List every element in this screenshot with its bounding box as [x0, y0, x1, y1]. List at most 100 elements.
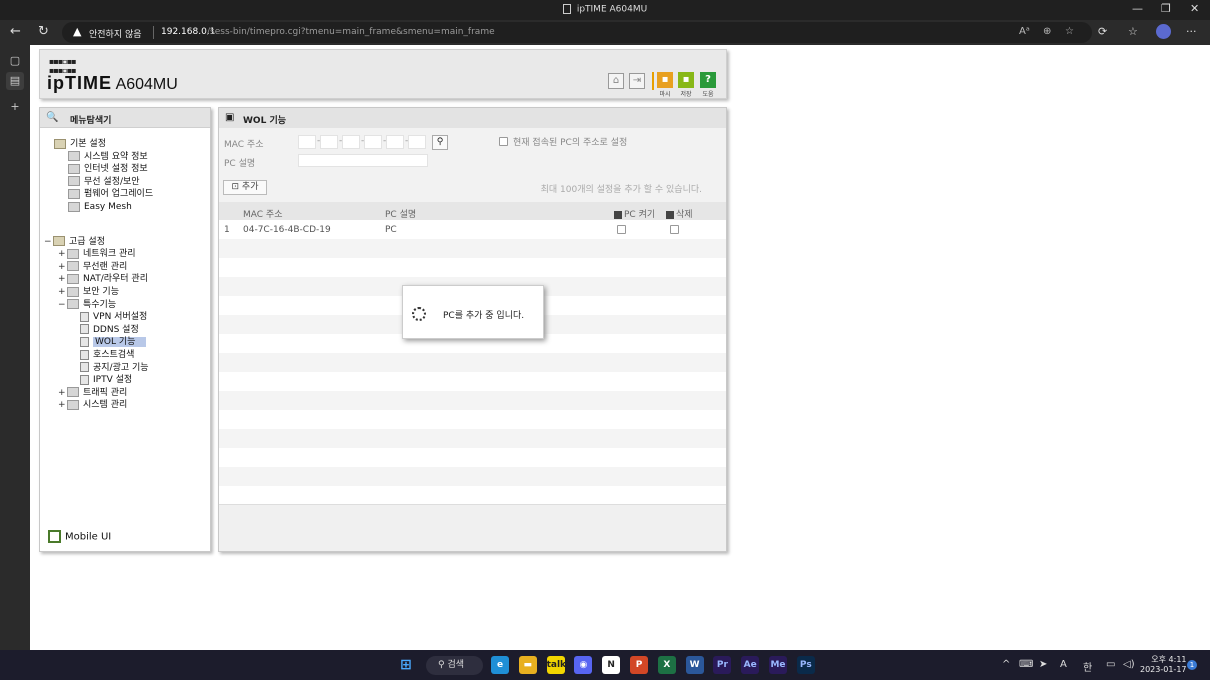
more-menu-button[interactable]: ···	[1186, 25, 1197, 38]
notification-badge[interactable]: 1	[1187, 660, 1197, 670]
menu-item[interactable]: + NAT/라우터 관리	[58, 273, 148, 285]
expand-icon[interactable]: +	[58, 273, 67, 285]
current-pc-checkbox[interactable]	[499, 137, 508, 146]
menu-item[interactable]: + 시스템 관리	[58, 399, 127, 411]
extensions-icon[interactable]: ⟳	[1098, 25, 1107, 38]
menu-item-label[interactable]: 기본 설정	[70, 139, 106, 149]
mac-octet-4[interactable]	[364, 135, 382, 149]
ime-language[interactable]: 한	[1083, 659, 1092, 674]
menu-item-label[interactable]: 고급 설정	[69, 237, 105, 247]
collapse-icon[interactable]: −	[44, 236, 53, 248]
menu-item-label[interactable]: 네트워크 관리	[83, 249, 136, 259]
menu-item[interactable]: 펌웨어 업그레이드	[68, 188, 153, 200]
menu-item-label[interactable]: 보안 기능	[83, 287, 119, 297]
volume-icon[interactable]: ◁)	[1123, 659, 1135, 670]
favorites-icon[interactable]: ☆	[1128, 25, 1138, 38]
expand-icon[interactable]: +	[58, 286, 67, 298]
mac-octet-6[interactable]	[408, 135, 426, 149]
taskbar-app-notion[interactable]: N	[602, 656, 621, 674]
taskbar-app-word[interactable]: W	[685, 656, 704, 674]
menu-item-label[interactable]: 무선 설정/보안	[84, 177, 140, 187]
restore-button[interactable]: ❐	[1161, 2, 1171, 15]
url-path[interactable]: /sess-bin/timepro.cgi?tmenu=main_frame&s…	[207, 27, 495, 37]
taskbar-app-excel[interactable]: X	[657, 656, 676, 674]
ime-mode[interactable]: A	[1060, 659, 1067, 670]
pc-description-input[interactable]	[298, 154, 428, 167]
menu-item-label[interactable]: 트래픽 관리	[83, 388, 127, 398]
taskbar-app-premiere[interactable]: Pr	[713, 656, 732, 674]
menu-item-label[interactable]: 시스템 요약 정보	[84, 152, 148, 162]
clock[interactable]: 오후 4:11 2023-01-17	[1140, 655, 1187, 675]
zoom-icon[interactable]: ⊕	[1043, 26, 1051, 37]
collapse-icon[interactable]: −	[58, 299, 67, 311]
menu-item[interactable]: − 특수기능	[58, 299, 116, 311]
col-wake[interactable]: PC 켜기	[614, 207, 655, 220]
search-pc-button[interactable]: ⚲	[432, 135, 448, 150]
taskbar-search[interactable]: ⚲ 검색	[426, 656, 483, 675]
expand-icon[interactable]: +	[58, 261, 67, 273]
taskbar-app-discord[interactable]: ◉	[574, 656, 593, 674]
taskbar-app-files[interactable]: ▬	[518, 656, 537, 674]
menu-item[interactable]: Easy Mesh	[68, 201, 132, 213]
location-icon[interactable]: ➤	[1039, 659, 1047, 670]
menu-item-label[interactable]: Easy Mesh	[84, 202, 132, 212]
menu-item[interactable]: VPN 서버설정	[80, 311, 147, 323]
menu-item-label[interactable]: 시스템 관리	[83, 400, 127, 410]
delete-checkbox[interactable]	[670, 225, 679, 234]
logout-icon[interactable]: ⇥	[629, 73, 645, 89]
tab-document-icon[interactable]: ▤	[6, 72, 24, 90]
menu-item-label[interactable]: IPTV 설정	[93, 375, 132, 385]
menu-item-label[interactable]: VPN 서버설정	[93, 312, 147, 322]
profile-avatar[interactable]	[1156, 24, 1171, 39]
close-button[interactable]: ✕	[1190, 2, 1199, 15]
help-button[interactable]: ? 도움	[699, 72, 717, 98]
menu-item[interactable]: 무선 설정/보안	[68, 176, 140, 188]
network-icon[interactable]: ▭	[1106, 659, 1115, 670]
menu-item[interactable]: + 보안 기능	[58, 286, 119, 298]
start-icon[interactable]: ⊞	[397, 656, 415, 674]
tab-actions-icon[interactable]: ▢	[6, 52, 24, 70]
home-icon[interactable]: ⌂	[608, 73, 624, 89]
new-tab-icon[interactable]: +	[6, 98, 24, 116]
menu-item[interactable]: DDNS 설정	[80, 324, 139, 336]
minimize-button[interactable]: —	[1132, 2, 1143, 15]
security-warning[interactable]: 안전하지 않음	[89, 27, 142, 40]
warning-icon[interactable]: ▲	[73, 25, 81, 38]
wake-checkbox[interactable]	[617, 225, 626, 234]
mac-octet-2[interactable]	[320, 135, 338, 149]
tray-overflow-icon[interactable]: ^	[1002, 659, 1010, 670]
expand-icon[interactable]: +	[58, 248, 67, 260]
menu-item[interactable]: 호스트검색	[80, 349, 134, 361]
back-button[interactable]: ←	[10, 24, 21, 39]
taskbar-app-photoshop[interactable]: Ps	[796, 656, 815, 674]
menu-item-label[interactable]: 공지/광고 기능	[93, 363, 149, 373]
menu-item[interactable]: WOL 기능	[80, 336, 147, 348]
menu-item-label[interactable]: 무선랜 관리	[83, 262, 127, 272]
address-bar[interactable]: ▲ 안전하지 않음 192.168.0.1 /sess-bin/timepro.…	[62, 22, 1092, 43]
mac-octet-1[interactable]	[298, 135, 316, 149]
taskbar-app-powerpoint[interactable]: P	[630, 656, 648, 674]
taskbar-app-after-effects[interactable]: Ae	[741, 656, 760, 674]
read-aloud-icon[interactable]: Aᵃ	[1019, 26, 1030, 37]
menu-item[interactable]: 인터넷 설정 정보	[68, 163, 148, 175]
menu-item[interactable]: IPTV 설정	[80, 374, 132, 386]
save-button[interactable]: ▪ 저장	[677, 72, 695, 98]
menu-item-label[interactable]: 펌웨어 업그레이드	[84, 189, 153, 199]
menu-item[interactable]: 기본 설정	[54, 138, 106, 150]
menu-item[interactable]: + 트래픽 관리	[58, 387, 127, 399]
expand-icon[interactable]: +	[58, 387, 67, 399]
menu-item-label[interactable]: NAT/라우터 관리	[83, 274, 148, 284]
reload-button[interactable]: ↻	[38, 24, 49, 39]
keyboard-icon[interactable]: ⌨	[1019, 659, 1033, 670]
expand-icon[interactable]: +	[58, 399, 67, 411]
menu-item[interactable]: + 무선랜 관리	[58, 261, 127, 273]
menu-item-label[interactable]: WOL 기능	[93, 337, 147, 348]
col-delete[interactable]: 삭제	[666, 207, 693, 220]
menu-item-label[interactable]: 인터넷 설정 정보	[84, 164, 148, 174]
menu-item[interactable]: − 고급 설정	[44, 236, 105, 248]
menu-item-label[interactable]: 특수기능	[83, 300, 116, 310]
menu-item[interactable]: 시스템 요약 정보	[68, 151, 148, 163]
mobile-ui-link[interactable]: Mobile UI	[48, 530, 111, 543]
reboot-button[interactable]: ▪ 마시	[656, 72, 674, 98]
mac-octet-3[interactable]	[342, 135, 360, 149]
